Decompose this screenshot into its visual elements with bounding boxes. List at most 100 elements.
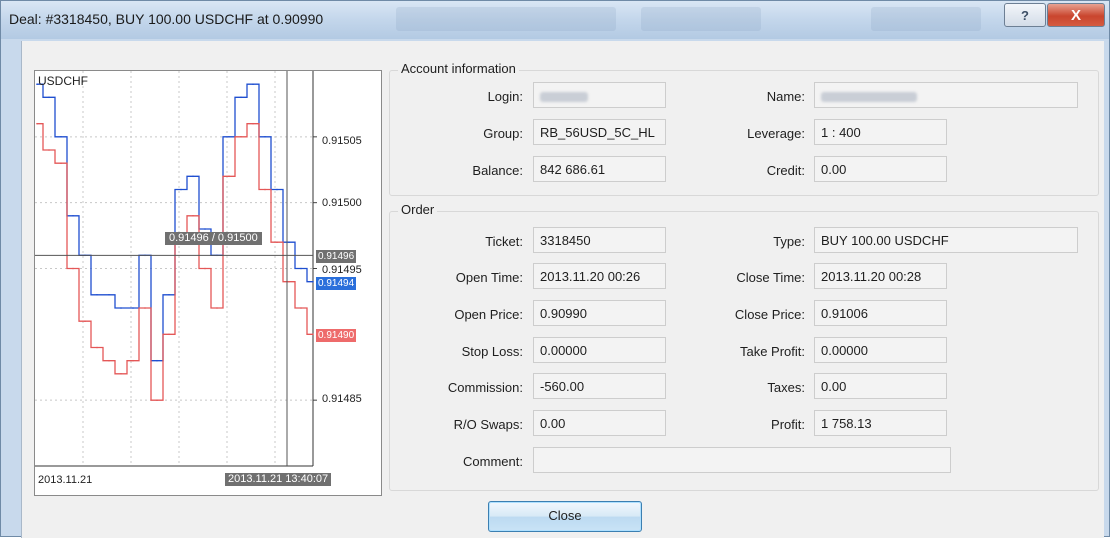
data-point bbox=[108, 359, 110, 362]
dialog-client: USDCHF 0.91505 0.91500 0.91495 0.91485 0… bbox=[21, 41, 1104, 538]
data-point bbox=[72, 215, 74, 217]
data-point bbox=[120, 307, 122, 309]
data-point bbox=[312, 280, 314, 283]
data-point bbox=[228, 136, 230, 138]
data-point bbox=[144, 307, 146, 309]
open-time-field[interactable]: 2013.11.20 00:26 bbox=[533, 263, 666, 289]
cursor-price-tag: 0.91496 bbox=[316, 250, 357, 263]
taxes-field[interactable]: 0.00 bbox=[814, 373, 947, 399]
data-point bbox=[192, 175, 194, 178]
swaps-label: R/O Swaps: bbox=[453, 417, 523, 432]
price-label: 0.91500 bbox=[322, 197, 362, 209]
data-point bbox=[288, 280, 290, 283]
account-heading: Account information bbox=[398, 61, 519, 76]
data-point bbox=[168, 294, 170, 296]
close-button[interactable]: Close bbox=[488, 501, 642, 532]
data-point bbox=[108, 294, 110, 296]
data-point bbox=[312, 333, 314, 336]
bid-price-tag: 0.91490 bbox=[316, 329, 357, 342]
data-point bbox=[204, 228, 206, 230]
data-point bbox=[60, 162, 62, 164]
deal-dialog: Deal: #3318450, BUY 100.00 USDCHF at 0.9… bbox=[0, 0, 1110, 538]
login-field[interactable] bbox=[533, 82, 666, 108]
price-label: 0.91495 bbox=[322, 264, 362, 276]
date-label: 2013.11.21 bbox=[38, 474, 93, 486]
take-profit-label: Take Profit: bbox=[739, 344, 805, 359]
data-point bbox=[132, 307, 134, 309]
title-bar[interactable]: Deal: #3318450, BUY 100.00 USDCHF at 0.9… bbox=[1, 1, 1109, 39]
data-point bbox=[84, 320, 86, 322]
window-title: Deal: #3318450, BUY 100.00 USDCHF at 0.9… bbox=[9, 11, 324, 27]
type-label: Type: bbox=[773, 234, 805, 249]
data-point bbox=[300, 307, 302, 309]
ticket-field[interactable]: 3318450 bbox=[533, 227, 666, 253]
help-icon[interactable]: ? bbox=[1004, 3, 1046, 27]
leverage-label: Leverage: bbox=[747, 126, 805, 141]
close-icon[interactable]: X bbox=[1047, 3, 1105, 27]
balance-label: Balance: bbox=[472, 163, 523, 178]
price-label: 0.91505 bbox=[322, 135, 362, 147]
price-label: 0.91485 bbox=[322, 393, 362, 405]
order-heading: Order bbox=[398, 202, 438, 217]
data-point bbox=[240, 136, 242, 138]
data-point bbox=[264, 188, 266, 191]
open-time-label: Open Time: bbox=[455, 270, 523, 285]
background-ghost bbox=[871, 7, 981, 31]
data-point bbox=[240, 96, 242, 99]
name-field[interactable] bbox=[814, 82, 1078, 108]
leverage-field[interactable]: 1 : 400 bbox=[814, 119, 947, 145]
close-time-label: Close Time: bbox=[736, 270, 805, 285]
name-label: Name: bbox=[766, 89, 805, 104]
stop-loss-label: Stop Loss: bbox=[461, 344, 523, 359]
data-point bbox=[288, 241, 290, 243]
data-point bbox=[168, 333, 170, 336]
balance-field[interactable]: 842 686.61 bbox=[533, 156, 666, 182]
data-point bbox=[48, 96, 50, 99]
credit-field[interactable]: 0.00 bbox=[814, 156, 947, 182]
data-point bbox=[276, 188, 278, 191]
data-point bbox=[204, 267, 206, 270]
crosshair-label: 0.91496 / 0.91500 bbox=[165, 232, 262, 245]
ticket-label: Ticket: bbox=[485, 234, 523, 249]
data-point bbox=[132, 359, 134, 362]
swaps-field[interactable]: 0.00 bbox=[533, 410, 666, 436]
credit-label: Credit: bbox=[766, 163, 805, 178]
data-point bbox=[72, 267, 74, 270]
commission-field[interactable]: -560.00 bbox=[533, 373, 666, 399]
price-chart[interactable]: USDCHF 0.91505 0.91500 0.91495 0.91485 0… bbox=[34, 70, 382, 496]
data-point bbox=[156, 359, 158, 362]
data-point bbox=[156, 399, 158, 402]
background-ghost bbox=[396, 7, 616, 31]
comment-field[interactable] bbox=[533, 447, 951, 473]
comment-label: Comment: bbox=[463, 454, 523, 469]
data-point bbox=[276, 241, 278, 243]
data-point bbox=[96, 294, 98, 296]
data-point bbox=[60, 136, 62, 138]
close-price-label: Close Price: bbox=[734, 307, 805, 322]
background-ghost bbox=[641, 7, 761, 31]
data-point bbox=[96, 346, 98, 349]
cursor-date-tag: 2013.11.21 13:40:07 bbox=[225, 473, 332, 486]
close-price-field[interactable]: 0.91006 bbox=[814, 300, 947, 326]
data-point bbox=[228, 175, 230, 178]
chart-symbol: USDCHF bbox=[38, 74, 88, 88]
profit-field[interactable]: 1 758.13 bbox=[814, 410, 947, 436]
open-price-label: Open Price: bbox=[454, 307, 523, 322]
ask-price-tag: 0.91494 bbox=[316, 277, 357, 290]
data-point bbox=[36, 122, 38, 125]
take-profit-field[interactable]: 0.00000 bbox=[814, 337, 947, 363]
type-field[interactable]: BUY 100.00 USDCHF bbox=[814, 227, 1078, 253]
redacted-mark bbox=[540, 91, 588, 102]
data-point bbox=[48, 149, 50, 151]
group-label: Group: bbox=[483, 126, 523, 141]
redacted-mark bbox=[821, 91, 917, 102]
taxes-label: Taxes: bbox=[767, 380, 805, 395]
open-price-field[interactable]: 0.90990 bbox=[533, 300, 666, 326]
data-point bbox=[120, 373, 122, 375]
commission-label: Commission: bbox=[447, 380, 523, 395]
stop-loss-field[interactable]: 0.00000 bbox=[533, 337, 666, 363]
close-time-field[interactable]: 2013.11.20 00:28 bbox=[814, 263, 947, 289]
group-field[interactable]: RB_56USD_5C_HL bbox=[533, 119, 666, 145]
data-point bbox=[264, 136, 266, 138]
login-label: Login: bbox=[487, 89, 523, 104]
